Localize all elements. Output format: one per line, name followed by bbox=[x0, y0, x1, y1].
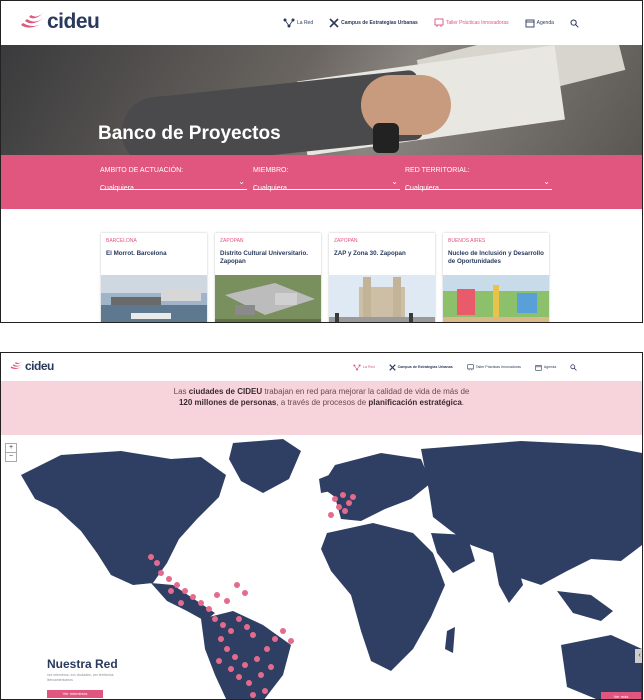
card-title: El Morrot. Barcelona bbox=[106, 250, 167, 257]
nav-la-red[interactable]: La Red bbox=[283, 18, 313, 28]
network-intro-text: Las ciudades de CIDEU trabajan en red pa… bbox=[173, 387, 470, 407]
view-more-button[interactable]: Ver más bbox=[601, 692, 641, 699]
card-title: ZAP y Zona 30. Zapopan bbox=[334, 250, 406, 257]
scroll-left-arrow-icon[interactable]: ‹ bbox=[635, 649, 642, 663]
nav-la-red[interactable]: La Red bbox=[353, 364, 375, 371]
page-title: Banco de Proyectos bbox=[98, 123, 281, 144]
project-card[interactable]: ZAPOPAN Distrito Cultural Universitario.… bbox=[215, 233, 321, 322]
nav-campus[interactable]: Campus de Estrategias Urbanas bbox=[329, 18, 418, 28]
section-title: Nuestra Red bbox=[47, 657, 118, 671]
workshop-icon bbox=[467, 363, 474, 370]
filter-red-label: RED TERRITORIAL: bbox=[405, 167, 470, 174]
chevron-down-icon: ⌄ bbox=[238, 177, 245, 186]
card-image-port bbox=[101, 275, 207, 322]
screenshot-banco-de-proyectos: cideu La Red Campus de Estrategias Urban… bbox=[0, 0, 643, 323]
nav-agenda[interactable]: Agenda bbox=[535, 364, 556, 371]
screenshot-nuestra-red: cideu La Red Campus de Estrategias Urban… bbox=[0, 352, 643, 700]
filter-red-select[interactable]: Cualquiera ⌄ bbox=[405, 177, 552, 192]
logo-text: cideu bbox=[25, 359, 54, 373]
card-image-campus bbox=[215, 275, 321, 322]
hero-photo-watch bbox=[373, 123, 399, 153]
filter-ambito-select[interactable]: Cualquiera ⌄ bbox=[100, 177, 247, 192]
card-location: ZAPOPAN bbox=[220, 238, 244, 244]
card-title: Distrito Cultural Universitario. Zapopan bbox=[220, 250, 309, 265]
calendar-icon bbox=[535, 364, 542, 371]
network-intro-banner: Las ciudades de CIDEU trabajan en red pa… bbox=[1, 381, 642, 435]
network-icon bbox=[283, 18, 295, 28]
tools-icon bbox=[329, 18, 339, 28]
filter-miembro-label: MIEMBRO: bbox=[253, 167, 289, 174]
zoom-out-button[interactable]: − bbox=[6, 452, 16, 461]
filter-miembro: MIEMBRO: Cualquiera ⌄ bbox=[253, 167, 400, 192]
site-header: cideu La Red Campus de Estrategias Urban… bbox=[1, 353, 642, 381]
zoom-in-button[interactable]: + bbox=[6, 444, 16, 452]
card-location: BUENOS AIRES bbox=[448, 238, 486, 244]
map-zoom-control: + − bbox=[5, 443, 17, 462]
card-location: BARCELONA bbox=[106, 238, 137, 244]
filter-miembro-select[interactable]: Cualquiera ⌄ bbox=[253, 177, 400, 192]
card-title: Nucleo de Inclusión y Desarrollo de Opor… bbox=[448, 250, 544, 265]
tools-icon bbox=[388, 363, 396, 371]
main-nav: La Red Campus de Estrategias Urbanas Tal… bbox=[353, 353, 577, 381]
view-members-button[interactable]: Ver miembros bbox=[47, 690, 103, 698]
project-card[interactable]: BARCELONA El Morrot. Barcelona bbox=[101, 233, 207, 322]
card-image-playground bbox=[443, 275, 549, 322]
filter-ambito-label: AMBITO DE ACTUACIÓN: bbox=[100, 167, 184, 174]
search-icon bbox=[570, 363, 577, 371]
nav-campus[interactable]: Campus de Estrategias Urbanas bbox=[388, 363, 453, 371]
network-icon bbox=[353, 364, 361, 370]
cideu-logo[interactable]: cideu bbox=[19, 10, 100, 34]
card-image-basilica bbox=[329, 275, 435, 322]
chevron-down-icon: ⌄ bbox=[391, 177, 398, 186]
logo-text: cideu bbox=[47, 10, 100, 33]
filter-ambito: AMBITO DE ACTUACIÓN: Cualquiera ⌄ bbox=[100, 167, 247, 192]
main-nav: La Red Campus de Estrategias Urbanas Tal… bbox=[283, 1, 579, 45]
nav-taller[interactable]: Taller Prácticas Innovadoras bbox=[434, 18, 509, 28]
section-description: xxx miembros, xxx ciudades, xxx territor… bbox=[47, 673, 114, 682]
card-location: ZAPOPAN bbox=[334, 238, 358, 244]
site-header: cideu La Red Campus de Estrategias Urban… bbox=[1, 1, 642, 45]
calendar-icon bbox=[525, 19, 535, 28]
cideu-logo-mark-icon bbox=[10, 361, 24, 370]
search-button[interactable] bbox=[570, 363, 577, 371]
cideu-logo-mark-icon bbox=[21, 13, 45, 28]
filter-bar: AMBITO DE ACTUACIÓN: Cualquiera ⌄ MIEMBR… bbox=[1, 155, 642, 209]
project-card[interactable]: BUENOS AIRES Nucleo de Inclusión y Desar… bbox=[443, 233, 549, 322]
nav-agenda[interactable]: Agenda bbox=[525, 18, 554, 28]
nav-taller[interactable]: Taller Prácticas Innovadoras bbox=[467, 363, 521, 371]
chevron-down-icon: ⌄ bbox=[543, 177, 550, 186]
search-icon bbox=[570, 19, 579, 28]
filter-red-territorial: RED TERRITORIAL: Cualquiera ⌄ bbox=[405, 167, 552, 192]
cideu-logo[interactable]: cideu bbox=[9, 359, 54, 373]
workshop-icon bbox=[434, 18, 444, 27]
search-button[interactable] bbox=[570, 19, 579, 28]
project-card[interactable]: ZAPOPAN ZAP y Zona 30. Zapopan bbox=[329, 233, 435, 322]
project-card-list: BARCELONA El Morrot. Barcelona ZAPOPAN D… bbox=[1, 209, 642, 322]
